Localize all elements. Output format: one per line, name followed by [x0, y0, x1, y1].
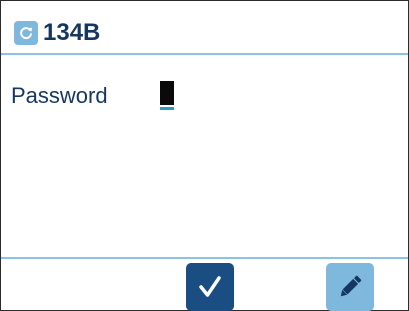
- confirm-button[interactable]: [186, 263, 234, 311]
- header-divider: [1, 53, 408, 55]
- refresh-icon: [18, 25, 34, 41]
- header-bar: 134B: [1, 1, 408, 53]
- refresh-button[interactable]: [14, 21, 38, 45]
- checkmark-icon: [195, 272, 225, 302]
- edit-button[interactable]: [326, 263, 374, 311]
- text-cursor-underline: [160, 107, 174, 110]
- pencil-icon: [335, 272, 365, 302]
- password-input[interactable]: [157, 81, 181, 111]
- footer-divider: [1, 257, 408, 259]
- text-cursor: [160, 81, 174, 105]
- device-id-title: 134B: [43, 19, 101, 46]
- device-screen: 134B Password: [0, 0, 409, 311]
- password-label: Password: [11, 83, 108, 108]
